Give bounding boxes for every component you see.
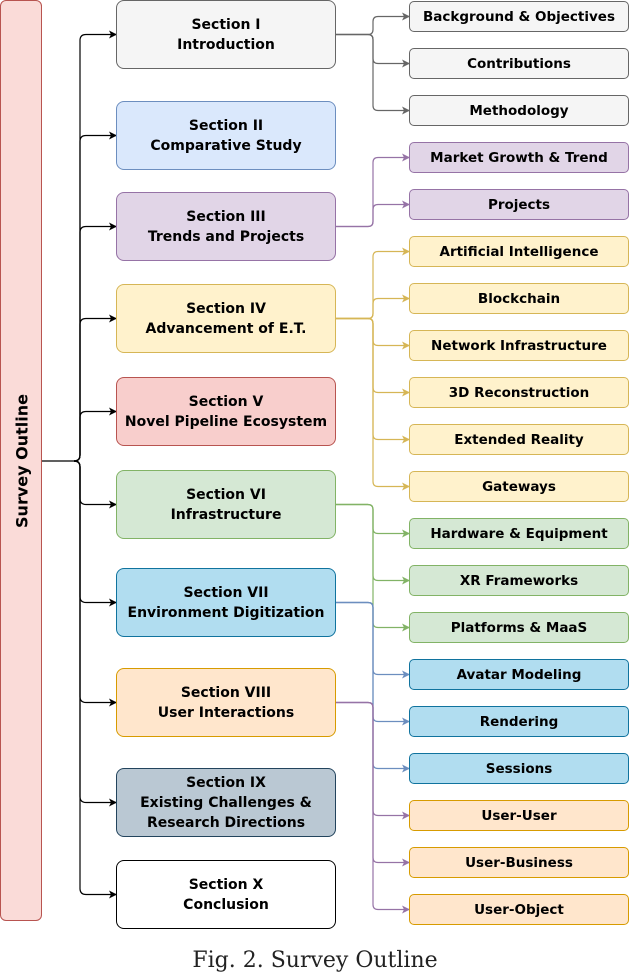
- subsection-box: Methodology: [409, 95, 629, 126]
- subsection-box: User-Business: [409, 847, 629, 878]
- section-subtitle: Advancement of E.T.: [145, 320, 307, 337]
- section-box: Section V Novel Pipeline Ecosystem: [116, 377, 336, 446]
- section-box: Section II Comparative Study: [116, 101, 336, 170]
- subsection-link: [336, 12, 410, 36]
- subsection-box: Market Growth & Trend: [409, 142, 629, 173]
- subsection-box: Background & Objectives: [409, 1, 629, 32]
- section-subtitle: Trends and Projects: [147, 228, 305, 245]
- subsection-box: Projects: [409, 189, 629, 220]
- section-title: Section VIII: [180, 684, 272, 701]
- subsection-box: Gateways: [409, 471, 629, 502]
- section-box: Section III Trends and Projects: [116, 192, 336, 261]
- subsection-box: Network Infrastructure: [409, 330, 629, 361]
- section-subtitle: Existing Challenges &: [140, 794, 312, 811]
- subsection-box: Sessions: [409, 753, 629, 784]
- section-subtitle: Introduction: [177, 36, 275, 53]
- section-box: Section X Conclusion: [116, 860, 336, 929]
- subsection-box: Hardware & Equipment: [409, 518, 629, 549]
- section-box: Section I Introduction: [116, 0, 336, 69]
- figure-caption: Fig. 2. Survey Outline: [192, 948, 438, 973]
- section-box: Section VII Environment Digitization: [116, 568, 336, 637]
- section-box: Section VI Infrastructure: [116, 470, 336, 539]
- section-title: Section III: [186, 208, 266, 225]
- section-title: Section II: [188, 117, 264, 134]
- section-title: Section IV: [186, 300, 266, 317]
- section-title: Section I: [191, 16, 261, 33]
- subsection-box: Extended Reality: [409, 424, 629, 455]
- section-box: Section IV Advancement of E.T.: [116, 284, 336, 353]
- section-subtitle: Infrastructure: [170, 506, 282, 523]
- section-link: [73, 407, 117, 462]
- section-title: Section VI: [186, 486, 266, 503]
- section-subtitle: Environment Digitization: [127, 604, 325, 621]
- section-subtitle: User Interactions: [157, 704, 295, 721]
- section-box: Section IX Existing Challenges & Research …: [116, 768, 336, 837]
- subsection-box: Avatar Modeling: [409, 659, 629, 690]
- subsection-link: [336, 33, 410, 115]
- section-box: Section VIII User Interactions: [116, 668, 336, 737]
- section-title: Section VII: [183, 584, 269, 601]
- subsection-box: Artificial Intelligence: [409, 236, 629, 267]
- subsection-box: Platforms & MaaS: [409, 612, 629, 643]
- subsection-link: [336, 317, 410, 491]
- subsection-box: 3D Reconstruction: [409, 377, 629, 408]
- subsection-box: Rendering: [409, 706, 629, 737]
- subsection-box: Contributions: [409, 48, 629, 79]
- section-subtitle: Research Directions: [146, 814, 306, 831]
- section-link: [73, 460, 117, 899]
- section-title: Section V: [188, 393, 264, 410]
- subsection-box: User-Object: [409, 894, 629, 925]
- section-subtitle: Conclusion: [183, 896, 269, 913]
- subsection-link: [336, 701, 410, 914]
- section-title: Section IX: [186, 774, 266, 791]
- section-subtitle: Comparative Study: [150, 137, 302, 154]
- subsection-box: XR Frameworks: [409, 565, 629, 596]
- section-subtitle: Novel Pipeline Ecosystem: [124, 413, 328, 430]
- subsection-box: User-User: [409, 800, 629, 831]
- subsection-box: Blockchain: [409, 283, 629, 314]
- section-title: Section X: [188, 876, 264, 893]
